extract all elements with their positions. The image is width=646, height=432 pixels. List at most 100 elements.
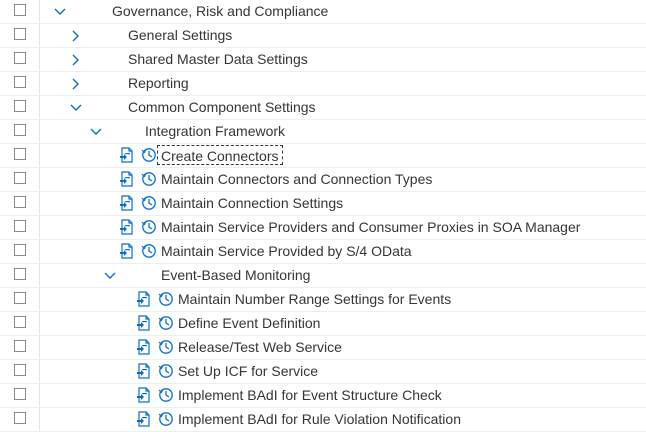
- tree-row[interactable]: Define Event Definition: [0, 312, 646, 336]
- execute-document-icon[interactable]: [135, 290, 153, 308]
- row-checkbox[interactable]: [14, 196, 26, 208]
- tree-node-label: Integration Framework: [145, 123, 286, 139]
- row-selector: [0, 312, 40, 335]
- tree-node-label[interactable]: Define Event Definition: [178, 312, 320, 335]
- row-checkbox[interactable]: [14, 172, 26, 184]
- activity-history-icon[interactable]: [157, 290, 175, 308]
- row-selector: [0, 192, 40, 215]
- tree-node-label[interactable]: Maintain Number Range Settings for Event…: [178, 288, 451, 311]
- chevron-right-icon[interactable]: [66, 24, 86, 47]
- chevron-down-icon[interactable]: [86, 120, 106, 143]
- row-selector: [0, 216, 40, 239]
- row-selector: [0, 408, 40, 431]
- tree-row[interactable]: Event-Based Monitoring: [0, 264, 646, 288]
- tree-node-label[interactable]: Maintain Connectors and Connection Types: [161, 168, 432, 191]
- execute-document-icon[interactable]: [118, 170, 136, 188]
- row-checkbox[interactable]: [14, 52, 26, 64]
- row-selector: [0, 240, 40, 263]
- row-checkbox[interactable]: [14, 388, 26, 400]
- tree-node-label: Reporting: [128, 75, 189, 91]
- tree-row[interactable]: Governance, Risk and Compliance: [0, 0, 646, 24]
- tree-row[interactable]: Maintain Service Provided by S/4 OData: [0, 240, 646, 264]
- row-actions: [135, 290, 175, 310]
- activity-history-icon[interactable]: [157, 362, 175, 380]
- tree-row[interactable]: Maintain Connection Settings: [0, 192, 646, 216]
- row-checkbox[interactable]: [14, 292, 26, 304]
- tree-row[interactable]: Maintain Number Range Settings for Event…: [0, 288, 646, 312]
- tree-row[interactable]: Release/Test Web Service: [0, 336, 646, 360]
- tree-node-label[interactable]: Maintain Service Provided by S/4 OData: [161, 240, 412, 263]
- tree-row[interactable]: Implement BAdI for Event Structure Check: [0, 384, 646, 408]
- row-checkbox[interactable]: [14, 100, 26, 112]
- chevron-right-icon[interactable]: [66, 72, 86, 95]
- tree-row[interactable]: Integration Framework: [0, 120, 646, 144]
- row-selector: [0, 264, 40, 287]
- execute-document-icon[interactable]: [135, 314, 153, 332]
- execute-document-icon[interactable]: [135, 362, 153, 380]
- row-checkbox[interactable]: [14, 148, 26, 160]
- row-selector: [0, 336, 40, 359]
- tree-table: Governance, Risk and Compliance General S…: [0, 0, 646, 432]
- tree-row[interactable]: Create Connectors: [0, 144, 646, 168]
- tree-node-label[interactable]: Maintain Service Providers and Consumer …: [161, 216, 580, 239]
- row-checkbox[interactable]: [14, 76, 26, 88]
- row-selector: [0, 288, 40, 311]
- activity-history-icon[interactable]: [157, 314, 175, 332]
- chevron-down-icon[interactable]: [50, 0, 70, 23]
- activity-history-icon[interactable]: [140, 218, 158, 236]
- execute-document-icon[interactable]: [135, 386, 153, 404]
- row-selector: [0, 144, 40, 167]
- tree-row[interactable]: Maintain Service Providers and Consumer …: [0, 216, 646, 240]
- activity-history-icon[interactable]: [157, 410, 175, 428]
- tree-node-label[interactable]: Maintain Connection Settings: [161, 192, 343, 215]
- tree-row[interactable]: Reporting: [0, 72, 646, 96]
- tree-node-label: Common Component Settings: [128, 99, 316, 115]
- tree-node-label[interactable]: Set Up ICF for Service: [178, 360, 318, 383]
- tree-node-label: Shared Master Data Settings: [128, 51, 308, 67]
- tree-node-label: Governance, Risk and Compliance: [112, 3, 329, 19]
- tree-row[interactable]: Maintain Connectors and Connection Types: [0, 168, 646, 192]
- execute-document-icon[interactable]: [118, 146, 136, 164]
- execute-document-icon[interactable]: [135, 338, 153, 356]
- activity-history-icon[interactable]: [157, 338, 175, 356]
- tree-node-label[interactable]: Create Connectors: [157, 145, 283, 165]
- tree-row[interactable]: Shared Master Data Settings: [0, 48, 646, 72]
- tree-node-label: Event-Based Monitoring: [161, 267, 311, 283]
- row-checkbox[interactable]: [14, 28, 26, 40]
- row-selector: [0, 96, 40, 119]
- execute-document-icon[interactable]: [118, 194, 136, 212]
- tree-row[interactable]: Common Component Settings: [0, 96, 646, 120]
- row-checkbox[interactable]: [14, 124, 26, 136]
- activity-history-icon[interactable]: [140, 170, 158, 188]
- tree-row[interactable]: Set Up ICF for Service: [0, 360, 646, 384]
- row-checkbox[interactable]: [14, 316, 26, 328]
- tree-node-label[interactable]: Release/Test Web Service: [178, 336, 342, 359]
- row-checkbox[interactable]: [14, 412, 26, 424]
- chevron-right-icon[interactable]: [66, 48, 86, 71]
- row-selector: [0, 168, 40, 191]
- execute-document-icon[interactable]: [118, 218, 136, 236]
- row-checkbox[interactable]: [14, 244, 26, 256]
- activity-history-icon[interactable]: [140, 194, 158, 212]
- execute-document-icon[interactable]: [118, 242, 136, 260]
- row-checkbox[interactable]: [14, 220, 26, 232]
- row-actions: [118, 242, 158, 262]
- chevron-down-icon[interactable]: [66, 96, 86, 119]
- row-actions: [135, 314, 175, 334]
- row-selector: [0, 0, 40, 23]
- activity-history-icon[interactable]: [140, 146, 158, 164]
- execute-document-icon[interactable]: [135, 410, 153, 428]
- tree-node-label[interactable]: Implement BAdI for Event Structure Check: [178, 384, 442, 407]
- row-checkbox[interactable]: [14, 340, 26, 352]
- tree-node-label[interactable]: Implement BAdI for Rule Violation Notifi…: [178, 408, 461, 431]
- row-checkbox[interactable]: [14, 4, 26, 16]
- chevron-down-icon[interactable]: [100, 264, 120, 287]
- tree-row[interactable]: General Settings: [0, 24, 646, 48]
- activity-history-icon[interactable]: [157, 386, 175, 404]
- row-actions: [135, 410, 175, 430]
- activity-history-icon[interactable]: [140, 242, 158, 260]
- row-actions: [118, 170, 158, 190]
- tree-row[interactable]: Implement BAdI for Rule Violation Notifi…: [0, 408, 646, 432]
- row-checkbox[interactable]: [14, 364, 26, 376]
- row-checkbox[interactable]: [14, 268, 26, 280]
